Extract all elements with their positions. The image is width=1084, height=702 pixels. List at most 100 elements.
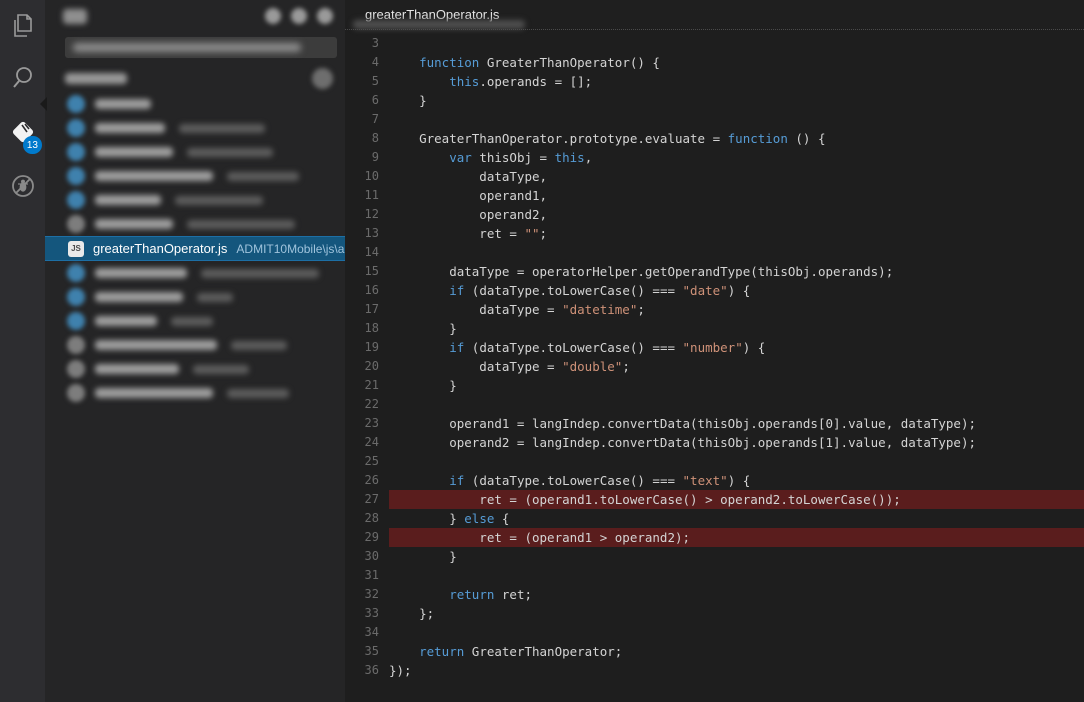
file-row-redacted[interactable] xyxy=(45,285,345,309)
code-line[interactable]: 10 dataType, xyxy=(345,167,1084,186)
code-line[interactable]: 21 } xyxy=(345,376,1084,395)
line-content: } else { xyxy=(389,509,1084,528)
file-row-redacted[interactable] xyxy=(45,92,345,116)
line-number: 7 xyxy=(345,110,389,129)
code-line[interactable]: 24 operand2 = langIndep.convertData(this… xyxy=(345,433,1084,452)
code-line[interactable]: 5 this.operands = []; xyxy=(345,72,1084,91)
file-status-icon xyxy=(67,95,85,113)
file-row-redacted[interactable] xyxy=(45,261,345,285)
line-number: 20 xyxy=(345,357,389,376)
line-number: 30 xyxy=(345,547,389,566)
code-line-highlighted[interactable]: 27 ret = (operand1.toLowerCase() > opera… xyxy=(345,490,1084,509)
file-row-redacted[interactable] xyxy=(45,164,345,188)
code-line[interactable]: 15 dataType = operatorHelper.getOperandT… xyxy=(345,262,1084,281)
activity-explorer-button[interactable] xyxy=(0,2,45,50)
code-line[interactable]: 26 if (dataType.toLowerCase() === "text"… xyxy=(345,471,1084,490)
code-line[interactable]: 13 ret = ""; xyxy=(345,224,1084,243)
code-line[interactable]: 30 } xyxy=(345,547,1084,566)
line-number: 13 xyxy=(345,224,389,243)
code-line[interactable]: 36}); xyxy=(345,661,1084,680)
activity-source-control-button[interactable]: 13 xyxy=(0,108,45,156)
code-line[interactable]: 33 }; xyxy=(345,604,1084,623)
code-line[interactable]: 31 xyxy=(345,566,1084,585)
file-status-icon xyxy=(67,167,85,185)
code-line[interactable]: 8 GreaterThanOperator.prototype.evaluate… xyxy=(345,129,1084,148)
code-line[interactable]: 4 function GreaterThanOperator() { xyxy=(345,53,1084,72)
file-status-icon xyxy=(67,215,85,233)
code-line[interactable]: 3 xyxy=(345,34,1084,53)
code-line[interactable]: 35 return GreaterThanOperator; xyxy=(345,642,1084,661)
code-line[interactable]: 11 operand1, xyxy=(345,186,1084,205)
file-name-redacted xyxy=(95,147,173,157)
file-name-redacted xyxy=(95,219,173,229)
line-content: operand2, xyxy=(389,205,1084,224)
sidebar-header xyxy=(45,0,345,32)
line-content xyxy=(389,566,1084,585)
file-row-redacted[interactable] xyxy=(45,357,345,381)
file-status-icon xyxy=(67,360,85,378)
code-line[interactable]: 23 operand1 = langIndep.convertData(this… xyxy=(345,414,1084,433)
code-line[interactable]: 9 var thisObj = this, xyxy=(345,148,1084,167)
file-row-redacted[interactable] xyxy=(45,381,345,405)
activity-bar: 13 xyxy=(0,0,45,702)
refresh-action-button-redacted[interactable] xyxy=(291,8,307,24)
file-row-redacted[interactable] xyxy=(45,116,345,140)
code-line[interactable]: 28 } else { xyxy=(345,509,1084,528)
code-line[interactable]: 12 operand2, xyxy=(345,205,1084,224)
line-number: 27 xyxy=(345,490,389,509)
commit-action-button-redacted[interactable] xyxy=(265,8,281,24)
file-row-selected[interactable]: JSgreaterThanOperator.jsADMIT10Mobile\js… xyxy=(45,236,345,261)
line-number: 29 xyxy=(345,528,389,547)
line-content: this.operands = []; xyxy=(389,72,1084,91)
changes-count-badge-redacted xyxy=(312,68,333,89)
line-number: 22 xyxy=(345,395,389,414)
file-name-redacted xyxy=(95,340,217,350)
file-path-redacted xyxy=(197,293,233,302)
line-number: 32 xyxy=(345,585,389,604)
code-line[interactable]: 34 xyxy=(345,623,1084,642)
file-row-redacted[interactable] xyxy=(45,212,345,236)
line-number: 5 xyxy=(345,72,389,91)
code-line[interactable]: 14 xyxy=(345,243,1084,262)
file-name-redacted xyxy=(95,364,179,374)
file-row-redacted[interactable] xyxy=(45,188,345,212)
code-line[interactable]: 25 xyxy=(345,452,1084,471)
file-list: JSgreaterThanOperator.jsADMIT10Mobile\js… xyxy=(45,92,345,405)
activity-debug-button[interactable] xyxy=(0,162,45,210)
file-row-redacted[interactable] xyxy=(45,309,345,333)
code-line[interactable]: 22 xyxy=(345,395,1084,414)
line-number: 3 xyxy=(345,34,389,53)
more-actions-button-redacted[interactable] xyxy=(317,8,333,24)
file-status-icon xyxy=(67,384,85,402)
code-line[interactable]: 18 } xyxy=(345,319,1084,338)
code-line[interactable]: 6 } xyxy=(345,91,1084,110)
file-status-icon xyxy=(67,288,85,306)
code-line-highlighted[interactable]: 29 ret = (operand1 > operand2); xyxy=(345,528,1084,547)
file-name-redacted xyxy=(95,171,213,181)
line-content: operand2 = langIndep.convertData(thisObj… xyxy=(389,433,1084,452)
code-line[interactable]: 19 if (dataType.toLowerCase() === "numbe… xyxy=(345,338,1084,357)
code-line[interactable]: 16 if (dataType.toLowerCase() === "date"… xyxy=(345,281,1084,300)
code-area[interactable]: 34 function GreaterThanOperator() {5 thi… xyxy=(345,31,1084,702)
debug-icon xyxy=(9,172,37,200)
line-number: 19 xyxy=(345,338,389,357)
search-icon xyxy=(10,65,36,91)
activity-search-button[interactable] xyxy=(0,54,45,102)
code-line[interactable]: 7 xyxy=(345,110,1084,129)
line-number: 36 xyxy=(345,661,389,680)
line-number: 16 xyxy=(345,281,389,300)
file-row-redacted[interactable] xyxy=(45,333,345,357)
code-line[interactable]: 32 return ret; xyxy=(345,585,1084,604)
line-content xyxy=(389,34,1084,53)
line-number: 21 xyxy=(345,376,389,395)
line-content: } xyxy=(389,319,1084,338)
commit-message-input[interactable] xyxy=(65,37,337,58)
code-line[interactable]: 20 dataType = "double"; xyxy=(345,357,1084,376)
code-line[interactable]: 17 dataType = "datetime"; xyxy=(345,300,1084,319)
file-row-redacted[interactable] xyxy=(45,140,345,164)
commit-message-placeholder-redacted xyxy=(73,43,301,52)
line-number: 11 xyxy=(345,186,389,205)
file-path-redacted xyxy=(187,148,273,157)
editor-group: greaterThanOperator.js 34 function Great… xyxy=(345,0,1084,702)
line-content: } xyxy=(389,376,1084,395)
